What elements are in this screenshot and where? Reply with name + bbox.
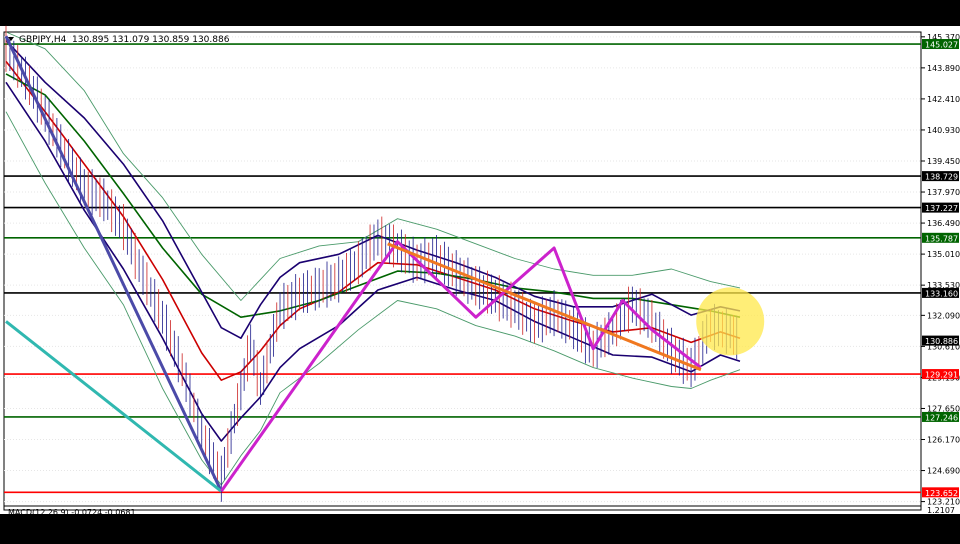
price-chart[interactable]: 145.370143.890142.410140.930139.450137.9… <box>0 0 960 540</box>
tick-label: 132.090 <box>927 311 960 320</box>
highlight <box>696 287 765 356</box>
tick-label: 137.970 <box>927 188 960 197</box>
symbol-label: GBPJPY,H4 <box>19 35 67 45</box>
chart-window: 145.370 143.890 142.410 140.930 139.450 137.9… <box>0 0 960 540</box>
macd-value: 1.2107 <box>927 506 955 515</box>
tick-label: 135.010 <box>927 250 960 259</box>
tick-label: 142.410 <box>927 95 960 104</box>
tick-label: 124.690 <box>927 467 960 476</box>
ohlc-label: 130.895 131.079 130.859 130.886 <box>72 35 230 45</box>
level-tag-label: 133.160 <box>925 289 958 298</box>
tick-label: 143.890 <box>927 64 960 73</box>
tick-label: 126.170 <box>927 436 960 445</box>
highlight-circle <box>696 287 765 356</box>
level-tag-label: 129.291 <box>925 371 958 380</box>
level-tag-label: 123.652 <box>925 489 958 498</box>
plot-area <box>3 31 922 511</box>
level-tag-label: 145.027 <box>925 41 958 50</box>
header: GBPJPY,H4 130.895 131.079 130.859 130.88… <box>8 35 230 45</box>
level-tag-label: 138.729 <box>925 173 958 182</box>
tick-label: 140.930 <box>927 126 960 135</box>
current-price-label: 130.886 <box>925 337 958 346</box>
level-tag-label: 127.246 <box>925 413 958 422</box>
tick-label: 136.490 <box>927 219 960 228</box>
level-tag-label: 135.787 <box>925 234 958 243</box>
tick-label: 139.450 <box>927 157 960 166</box>
level-tag-label: 137.227 <box>925 204 958 213</box>
macd-label: MACD(12,26,9) -0.0724 -0.0681 <box>8 508 136 517</box>
